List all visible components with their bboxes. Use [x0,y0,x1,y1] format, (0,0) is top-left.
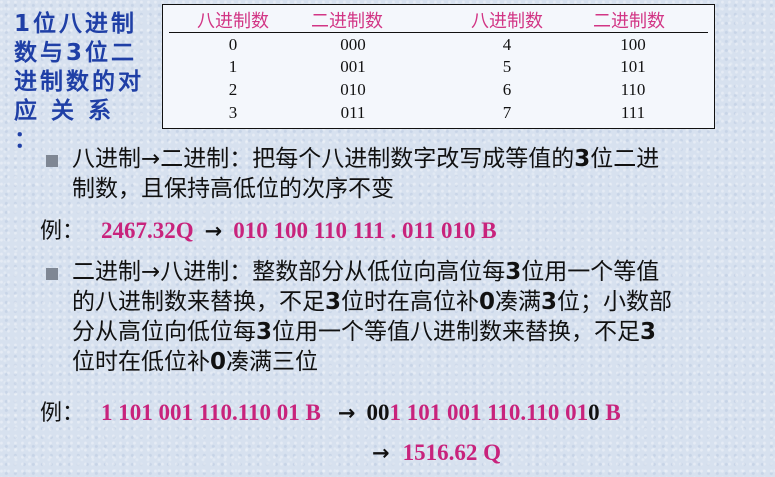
example-input: 1 101 001 110.110 01 B [101,400,321,425]
table-cell: 100 [620,35,646,54]
table-cell: 000 [340,35,366,54]
example-output: 1 101 001 110.110 01 [389,400,589,425]
table-header-octal-1: 八进制数 [197,11,269,32]
table-header-divider [169,32,708,33]
bullet-square-icon [46,155,58,167]
table-header-octal-2: 八进制数 [471,11,543,32]
binary-suffix: B [599,400,621,425]
side-label: 1位八进制 数与3位二 进制数的对 应 关 系 ： [14,11,144,153]
table-cell: 001 [340,57,366,76]
example-output: 010 100 110 111 . 011 010 B [233,218,497,243]
table-cell: 011 [340,103,366,122]
table-cell: 1 [228,57,238,76]
padding-zeros-left: 00 [366,400,390,425]
example-input: 2467.32Q [101,218,194,243]
table-cell: 7 [502,103,512,122]
rule-line: 八进制→二进制：把每个八进制数字改写成等值的3位二进 [72,146,660,172]
table-header-binary-1: 二进制数 [311,11,383,32]
table-cell: 010 [340,80,366,99]
table-cell: 0 [228,35,238,54]
example-label: 例： [40,401,85,426]
rule-octal-to-binary: 八进制→二进制：把每个八进制数字改写成等值的3位二进 制数，且保持高低位的次序不… [72,144,659,204]
example-result-line: → 1516.62 Q [372,438,501,469]
table-cell: 3 [228,103,238,122]
table-header-binary-2: 二进制数 [593,11,665,32]
table-cell: 2 [228,80,238,99]
bullet-square-icon [46,268,58,280]
conversion-table: 八进制数 二进制数 八进制数 二进制数 0 000 4 100 1 001 5 … [162,4,715,129]
padding-zero-right: 0 [588,400,600,425]
arrow-right-icon: → [372,441,390,465]
arrow-right-icon: → [337,401,356,425]
example-octal-to-binary: 例： 2467.32Q → 010 100 110 111 . 011 010 … [40,216,497,247]
table-cell: 101 [620,57,646,76]
table-cell: 111 [620,103,646,122]
example-binary-to-octal: 例： 1 101 001 110.110 01 B → 001 101 001 … [40,398,621,429]
table-cell: 6 [502,80,512,99]
example-result: 1516.62 Q [402,440,501,465]
table-cell: 5 [502,57,512,76]
example-label: 例： [40,219,85,244]
rule-line: 分从高位向低位每3位用一个等值八进制数来替换，不足3 [72,319,657,345]
arrow-right-icon: → [204,219,223,243]
table-cell: 110 [620,80,646,99]
rule-line: 制数，且保持高低位的次序不变 [72,176,394,202]
table-cell: 4 [502,35,512,54]
rule-line: 的八进制数来替换，不足3位时在高位补0凑满3位；小数部 [72,289,673,315]
rule-line: 二进制→八进制：整数部分从低位向高位每3位用一个等值 [72,259,660,285]
rule-line: 位时在低位补0凑满三位 [72,349,319,375]
rule-binary-to-octal: 二进制→八进制：整数部分从低位向高位每3位用一个等值 的八进制数来替换，不足3位… [72,257,672,377]
